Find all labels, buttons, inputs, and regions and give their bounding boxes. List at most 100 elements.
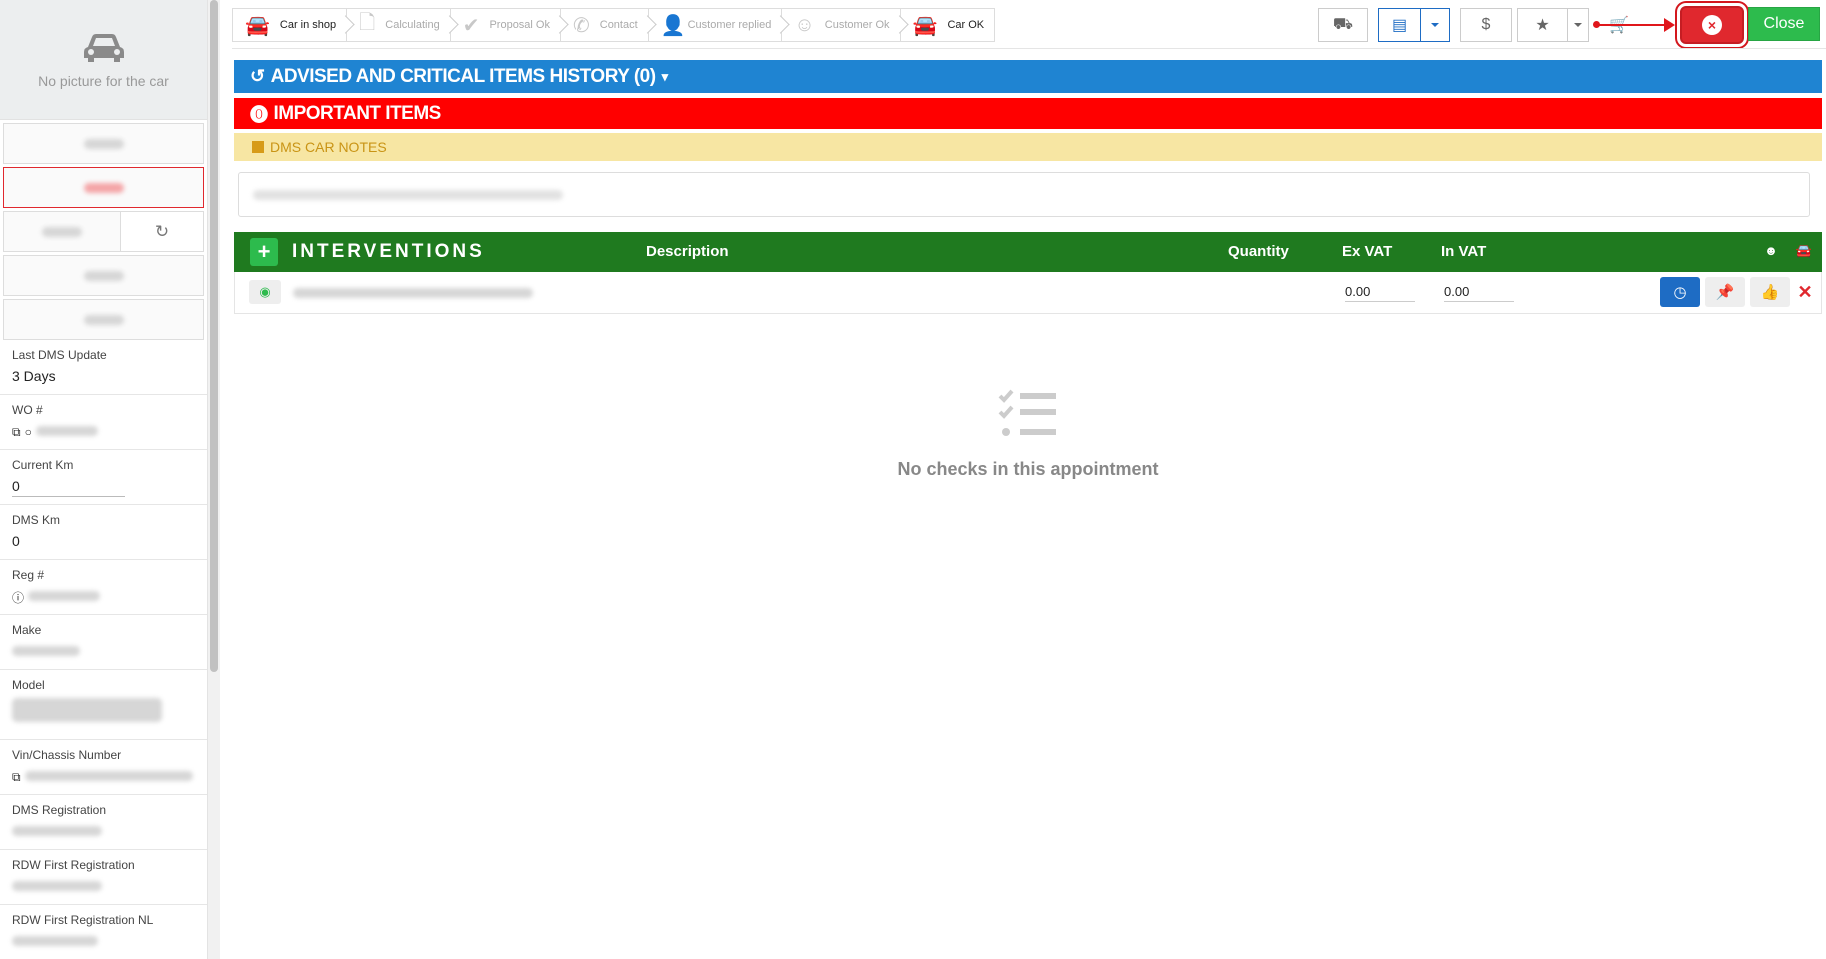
delete-row-button[interactable]: ✕ [1795,277,1815,307]
step-label: Calculating [385,19,440,31]
field-rdw-first-registration-nl: RDW First Registration NL [0,905,207,959]
refresh-icon[interactable]: ↻ [121,212,203,251]
section-title: IMPORTANT ITEMS [273,102,442,124]
table-row: ◉ 0.00 0.00 ◷ 📌 👍 ✕ [234,272,1822,314]
sidebar-split-main[interactable] [4,212,121,251]
step-label: Car in shop [279,19,337,31]
copy-icon[interactable]: ⧉ [12,770,21,785]
section-title: DMS CAR NOTES [270,139,387,155]
dms-car-notes-header: DMS CAR NOTES [234,133,1822,161]
step-calculating[interactable]: 🗋 Calculating [346,8,450,42]
step-proposal-ok[interactable]: ✔ Proposal Ok [449,8,560,42]
close-circle-icon: × [1702,15,1722,35]
column-ex-vat: Ex VAT [1342,243,1393,260]
car-sidebar: No picture for the car ↻ Last DMS Update… [0,0,208,959]
step-car-in-shop[interactable]: 🚘 Car in shop [232,8,347,42]
toolbar-divider [232,48,1826,49]
document-icon: ▤ [1391,17,1408,34]
sidebar-button-1[interactable] [3,123,204,164]
field-value: 3 Days [12,368,56,384]
check-icon: ✔ [462,14,480,37]
ex-vat-input[interactable]: 0.00 [1345,284,1415,302]
annotation-arrow [1593,18,1675,32]
chevron-down-icon: ▾ [661,68,669,84]
field-label: Current Km [12,458,74,472]
add-intervention-button[interactable]: + [250,238,278,266]
chevron-down-icon [1431,23,1439,27]
price-button[interactable]: $ [1460,8,1512,42]
user-check-icon: 👤 [660,14,686,37]
cancel-appointment-button[interactable]: × [1680,6,1744,44]
sidebar-button-2[interactable] [3,167,204,208]
sidebar-scrollbar[interactable] [208,0,220,959]
clock-button[interactable]: ◷ [1660,277,1700,307]
in-vat-input[interactable]: 0.00 [1444,284,1514,302]
field-reg: Reg # ⓘ [0,560,207,615]
current-km-input[interactable]: 0 [12,478,125,497]
close-icon: ✕ [1797,281,1813,302]
phone-icon: ✆ [572,14,590,37]
step-car-ok[interactable]: 🚘 Car OK [899,8,996,42]
sidebar-button-4[interactable] [3,299,204,340]
favorite-button[interactable]: ★ [1517,8,1567,42]
step-label: Proposal Ok [489,19,550,31]
field-rdw-first-registration: RDW First Registration [0,850,207,905]
car-photo-placeholder: No picture for the car [0,0,207,120]
document-dropdown-button[interactable] [1420,8,1450,42]
car-icon: 🚘 [1795,243,1812,258]
important-items-header[interactable]: ⓿ IMPORTANT ITEMS [234,98,1822,129]
field-current-km: Current Km 0 [0,450,207,505]
smile-icon: ☻ [1764,243,1778,258]
car-icon: 🚘 [245,14,270,37]
field-label: Model [12,678,45,692]
step-label: Customer Ok [824,19,890,31]
car-icon [83,33,124,62]
eye-icon[interactable]: ◉ [249,280,281,304]
step-customer-ok[interactable]: ☺ Customer Ok [781,8,900,42]
dollar-icon: $ [1481,16,1491,33]
field-dms-registration: DMS Registration [0,795,207,850]
exclamation-icon: ⓿ [250,104,268,125]
info-icon[interactable]: ⓘ [12,589,24,606]
field-label: DMS Registration [12,803,107,817]
close-button[interactable]: Close [1748,7,1820,41]
star-icon: ★ [1535,17,1550,34]
empty-message: No checks in this appointment [897,459,1159,479]
interventions-header: + INTERVENTIONS Description Quantity Ex … [234,232,1822,272]
document-button[interactable]: ▤ [1378,8,1420,42]
field-dms-km: DMS Km 0 [0,505,207,560]
field-label: RDW First Registration [12,858,135,872]
copy-icon[interactable]: ⧉ [12,425,21,440]
column-description: Description [646,243,729,260]
field-wo: WO # ⧉ ○ [0,395,207,450]
pin-button[interactable]: 📌 [1705,277,1745,307]
field-label: DMS Km [12,513,60,527]
interventions-title: INTERVENTIONS [292,241,485,262]
step-label: Car OK [947,19,985,31]
advised-history-header[interactable]: ↺ ADVISED AND CRITICAL ITEMS HISTORY (0)… [234,60,1822,93]
car-hose-icon: ⛟ [1332,16,1354,33]
step-customer-replied[interactable]: 👤 Customer replied [647,8,782,42]
field-label: Vin/Chassis Number [12,748,122,762]
circle-icon[interactable]: ○ [25,425,32,439]
scroll-thumb[interactable] [210,0,218,672]
approve-button[interactable]: 👍 [1750,277,1790,307]
step-label: Customer replied [687,19,772,31]
field-vin: Vin/Chassis Number ⧉ [0,740,207,795]
no-picture-text: No picture for the car [38,72,169,89]
field-label: Last DMS Update [12,348,107,362]
step-contact[interactable]: ✆ Contact [559,8,648,42]
car-wash-button[interactable]: ⛟ [1318,8,1368,42]
field-value: 0 [12,533,20,549]
field-label: Make [12,623,42,637]
field-last-dms-update: Last DMS Update 3 Days [0,340,207,395]
history-icon: ↺ [250,66,265,86]
field-label: Reg # [12,568,45,582]
field-model: Model [0,670,207,740]
field-label: WO # [12,403,43,417]
car-icon: 🚘 [912,14,938,37]
sidebar-button-3[interactable] [3,255,204,296]
column-quantity: Quantity [1228,243,1289,260]
chevron-down-icon [1574,23,1582,27]
favorite-dropdown-button[interactable] [1567,8,1589,42]
